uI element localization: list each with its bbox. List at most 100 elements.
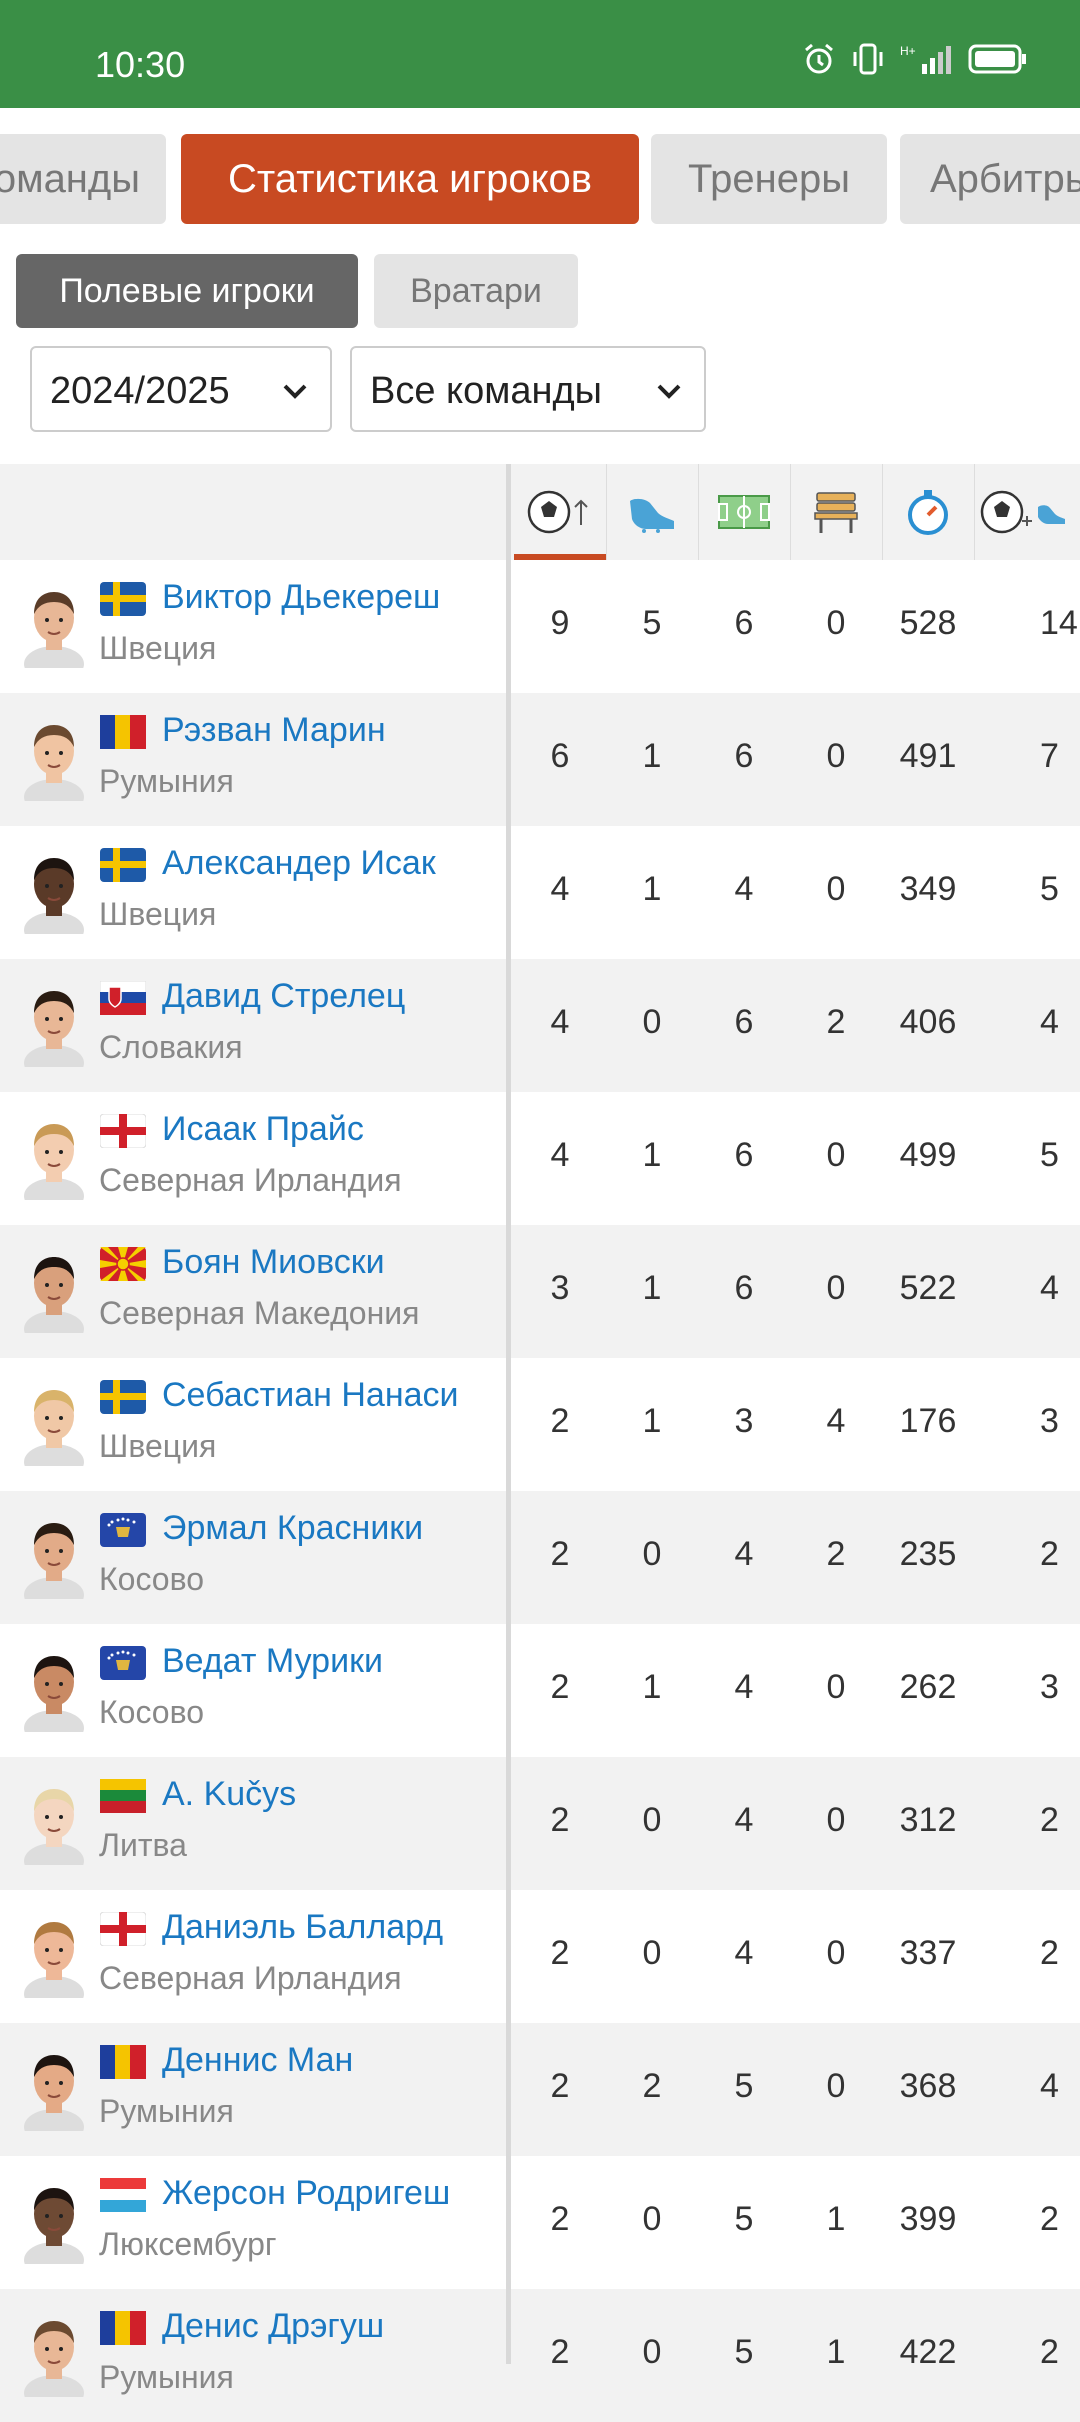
tab-coaches[interactable]: Тренеры — [651, 134, 887, 224]
player-name-link[interactable]: Себастиан Нанаси — [162, 1376, 459, 1415]
stat-goals-assists: 4 — [1040, 1269, 1059, 1307]
col-bench[interactable] — [790, 464, 883, 560]
stat-matches: 5 — [734, 2200, 754, 2238]
assists-boot-icon — [630, 498, 674, 533]
stat-assists: 2 — [642, 2067, 662, 2105]
table-row[interactable]: Боян Миовски Северная Македония 3 1 6 0 522 4 — [0, 1225, 1080, 1358]
table-row[interactable]: Жерсон Родригеш Люксембург 2 0 5 1 399 2 — [0, 2156, 1080, 2289]
tab-teams-label: Команды — [0, 157, 140, 201]
player-name-link[interactable]: Эрмал Красники — [162, 1509, 423, 1548]
stat-matches: 4 — [734, 1934, 754, 1972]
stat-matches: 6 — [734, 1269, 754, 1307]
stat-assists: 1 — [642, 870, 662, 908]
stat-assists: 0 — [642, 1934, 662, 1972]
stat-goals-assists: 7 — [1040, 737, 1059, 775]
stat-assists: 5 — [642, 604, 662, 642]
alarm-icon — [805, 43, 833, 74]
table-row[interactable]: Деннис Ман Румыния 2 2 5 0 368 4 — [0, 2023, 1080, 2156]
player-country: Литва — [99, 1827, 187, 1863]
stat-goals: 4 — [550, 1003, 570, 1041]
subtab-field-players-label: Полевые игроки — [59, 272, 315, 310]
player-name-link[interactable]: Александер Исак — [162, 844, 436, 883]
table-header — [0, 464, 1080, 560]
player-avatar — [18, 1509, 90, 1613]
player-name-link[interactable]: Боян Миовски — [162, 1243, 385, 1282]
table-row[interactable]: Даниэль Баллард Северная Ирландия 2 0 4 0 337 2 — [0, 1890, 1080, 2023]
table-row[interactable]: Ведат Мурики Косово 2 1 4 0 262 3 — [0, 1624, 1080, 1757]
stat-assists: 1 — [642, 1402, 662, 1440]
player-name-link[interactable]: Ведат Мурики — [162, 1642, 383, 1681]
table-row[interactable]: Виктор Дьекереш Швеция 9 5 6 0 528 14 — [0, 560, 1080, 693]
stat-bench: 2 — [826, 1535, 846, 1573]
stat-matches: 6 — [734, 737, 754, 775]
player-name-link[interactable]: Даниэль Баллард — [162, 1908, 443, 1947]
team-select[interactable]: Все команды — [350, 346, 706, 432]
north-macedonia-flag-icon — [100, 1247, 146, 1281]
col-assists[interactable] — [606, 464, 699, 560]
matches-pitch-icon — [718, 495, 770, 529]
stat-goals-assists: 5 — [1040, 870, 1059, 908]
table-row[interactable]: Давид Стрелец Словакия 4 0 6 2 406 4 — [0, 959, 1080, 1092]
subtab-field-players[interactable]: Полевые игроки — [16, 254, 358, 328]
player-avatar — [18, 1642, 90, 1746]
table-row[interactable]: Эрмал Красники Косово 2 0 4 2 235 2 — [0, 1491, 1080, 1624]
tab-player-stats[interactable]: Статистика игроков — [181, 134, 639, 224]
stat-minutes: 262 — [899, 1668, 957, 1706]
subtab-goalkeepers[interactable]: Вратари — [374, 254, 578, 328]
col-goals[interactable] — [514, 464, 607, 560]
sweden-flag-icon — [100, 1380, 146, 1414]
stat-matches: 5 — [734, 2333, 754, 2371]
player-name-link[interactable]: Деннис Ман — [162, 2041, 353, 2080]
player-name-link[interactable]: Исаак Прайс — [162, 1110, 364, 1149]
table-row[interactable]: A. Kučys Литва 2 0 4 0 312 2 — [0, 1757, 1080, 1890]
stat-minutes: 235 — [899, 1535, 957, 1573]
minutes-stopwatch-icon — [908, 490, 948, 535]
table-row[interactable]: Рэзван Марин Румыния 6 1 6 0 491 7 — [0, 693, 1080, 826]
stat-minutes: 349 — [899, 870, 957, 908]
col-minutes[interactable] — [882, 464, 975, 560]
goals-plus-assists-icon — [980, 490, 1065, 534]
player-country: Косово — [99, 1561, 205, 1597]
vibrate-icon — [853, 43, 883, 75]
stat-goals: 2 — [550, 2067, 570, 2105]
table-row[interactable]: Себастиан Нанаси Швеция 2 1 3 4 176 3 — [0, 1358, 1080, 1491]
team-value: Все команды — [370, 370, 602, 412]
stat-goals-assists: 2 — [1040, 1801, 1059, 1839]
season-select[interactable]: 2024/2025 — [30, 346, 332, 432]
romania-flag-icon — [100, 2045, 146, 2079]
stat-matches: 5 — [734, 2067, 754, 2105]
player-country: Северная Македония — [99, 1295, 420, 1331]
stat-matches: 6 — [734, 1136, 754, 1174]
stat-assists: 1 — [642, 737, 662, 775]
stat-assists: 0 — [642, 1003, 662, 1041]
battery-icon — [968, 44, 1026, 74]
player-country: Словакия — [99, 1029, 243, 1065]
tab-coaches-label: Тренеры — [687, 157, 850, 201]
stat-minutes: 176 — [899, 1402, 957, 1440]
col-matches[interactable] — [698, 464, 791, 560]
player-country: Косово — [99, 1694, 205, 1730]
player-name-link[interactable]: A. Kučys — [162, 1775, 296, 1814]
player-avatar — [18, 977, 90, 1081]
player-name-link[interactable]: Денис Дрэгуш — [162, 2307, 384, 2346]
tab-teams[interactable]: Команды — [0, 134, 166, 224]
table-row[interactable]: Александер Исак Швеция 4 1 4 0 349 5 — [0, 826, 1080, 959]
stat-minutes: 499 — [899, 1136, 957, 1174]
status-time: 10:30 — [95, 44, 186, 85]
player-name-link[interactable]: Жерсон Родригеш — [162, 2174, 450, 2213]
stat-minutes: 406 — [899, 1003, 957, 1041]
col-goals-assists[interactable] — [974, 464, 1080, 560]
stat-goals-assists: 4 — [1040, 1003, 1059, 1041]
sweden-flag-icon — [100, 848, 146, 882]
stat-goals: 2 — [550, 1402, 570, 1440]
stat-minutes: 422 — [899, 2333, 957, 2371]
romania-flag-icon — [100, 2311, 146, 2345]
player-name-link[interactable]: Давид Стрелец — [162, 977, 405, 1016]
player-name-link[interactable]: Виктор Дьекереш — [162, 578, 440, 617]
season-value: 2024/2025 — [50, 370, 230, 412]
table-row[interactable]: Исаак Прайс Северная Ирландия 4 1 6 0 499 5 — [0, 1092, 1080, 1225]
svg-text:H+: H+ — [900, 44, 916, 58]
player-name-link[interactable]: Рэзван Марин — [162, 711, 386, 750]
table-row[interactable]: Денис Дрэгуш Румыния 2 0 5 1 422 2 — [0, 2289, 1080, 2422]
tab-referees[interactable]: Арбитры — [900, 134, 1080, 224]
